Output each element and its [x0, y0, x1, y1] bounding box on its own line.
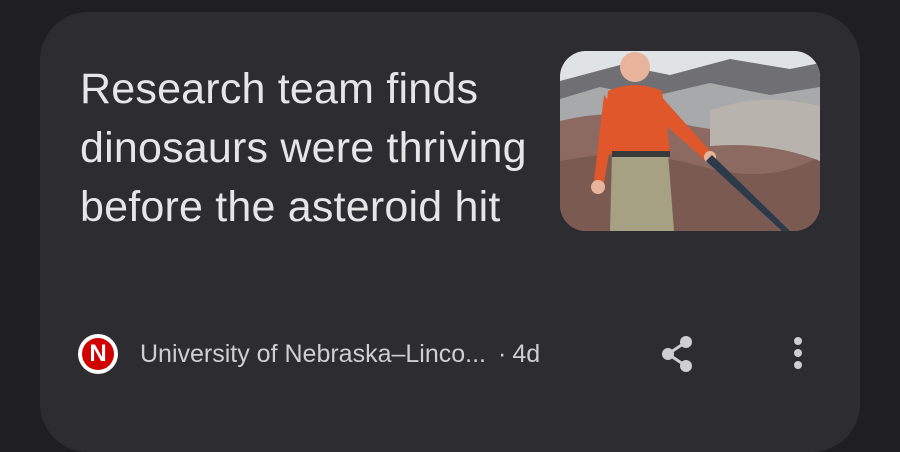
publisher-name[interactable]: University of Nebraska–Linco... — [140, 340, 486, 369]
article-headline[interactable]: Research team finds dinosaurs were thriv… — [80, 60, 550, 237]
share-button[interactable] — [656, 332, 700, 376]
thumbnail-image — [560, 51, 820, 231]
more-vert-icon — [794, 337, 802, 369]
article-age: 4d — [512, 339, 541, 368]
publisher-logo-letter: N — [82, 338, 114, 370]
publisher-logo[interactable]: N — [78, 334, 118, 374]
article-thumbnail[interactable] — [560, 51, 820, 231]
meta-separator: · — [497, 339, 507, 368]
share-icon — [662, 336, 692, 372]
more-options-button[interactable] — [776, 332, 820, 376]
article-meta: N University of Nebraska–Linco... · 4d — [78, 333, 540, 375]
